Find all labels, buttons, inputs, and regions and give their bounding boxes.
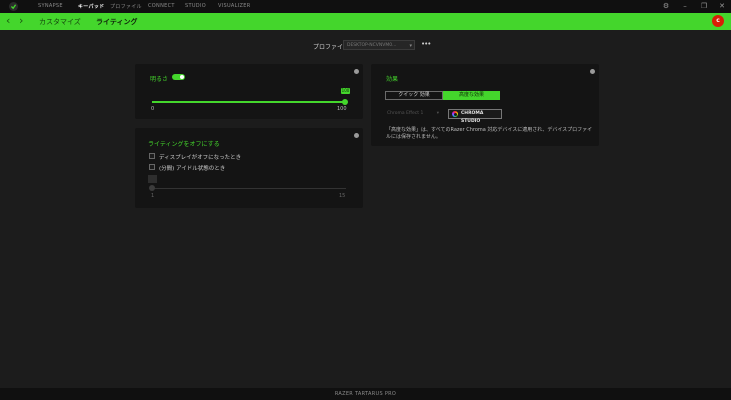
brightness-max-label: 100 bbox=[337, 106, 347, 112]
close-icon[interactable]: ✕ bbox=[718, 2, 726, 10]
chroma-studio-label: CHROMA STUDIO bbox=[461, 111, 484, 124]
nav-tab-connect[interactable]: CONNECT bbox=[148, 3, 175, 9]
maximize-icon[interactable]: ❐ bbox=[700, 2, 708, 10]
settings-gear-icon[interactable]: ⚙ bbox=[662, 2, 670, 10]
idle-max-label: 15 bbox=[339, 193, 346, 199]
idle-min-label: 1 bbox=[151, 193, 155, 199]
chevron-down-icon: ▾ bbox=[436, 111, 439, 116]
profile-dropdown[interactable]: DESKTOP-NCVNVM0... ▾ bbox=[343, 40, 415, 50]
nav-tab-profiles[interactable]: プロファイル bbox=[110, 3, 142, 10]
back-arrow-icon[interactable]: ‹ bbox=[6, 14, 10, 28]
device-name: RAZER TARTARUS PRO bbox=[334, 391, 397, 397]
brightness-min-label: 0 bbox=[151, 106, 155, 112]
brightness-toggle[interactable] bbox=[172, 74, 185, 80]
idle-label: (分間) アイドル状態のとき bbox=[159, 166, 226, 172]
nav-tab-visualizer[interactable]: VISUALIZER bbox=[218, 3, 250, 9]
tab-lighting[interactable]: ライティング bbox=[96, 17, 137, 27]
chroma-studio-button[interactable]: CHROMA STUDIO bbox=[448, 109, 502, 124]
nav-tab-studio[interactable]: STUDIO bbox=[185, 3, 206, 9]
chroma-effect-dropdown[interactable]: Chroma Effect 1 ▾ bbox=[387, 109, 442, 118]
forward-arrow-icon[interactable]: › bbox=[19, 14, 23, 28]
advanced-effects-tab[interactable]: 高度な効果 bbox=[443, 91, 500, 100]
avatar[interactable]: c bbox=[712, 15, 724, 27]
brightness-label: 明るさ bbox=[150, 76, 169, 83]
brightness-card bbox=[135, 64, 363, 119]
profile-selected-value: DESKTOP-NCVNVM0... bbox=[347, 43, 397, 48]
quick-effects-tab[interactable]: クイック 効果 bbox=[385, 91, 443, 100]
more-options-icon[interactable]: ••• bbox=[421, 40, 431, 48]
idle-slider-thumb[interactable] bbox=[149, 185, 155, 191]
display-off-label: ディスプレイがオフになったとき bbox=[159, 155, 242, 161]
brightness-slider-thumb[interactable] bbox=[342, 99, 348, 105]
brightness-slider-fill bbox=[152, 101, 345, 103]
brightness-value-bubble: 100 bbox=[341, 88, 350, 94]
effects-title: 効果 bbox=[386, 76, 399, 83]
chroma-effect-value: Chroma Effect 1 bbox=[387, 111, 424, 116]
razer-logo-icon[interactable] bbox=[9, 2, 18, 11]
nav-tab-keypad[interactable]: キーパッド bbox=[78, 3, 104, 10]
advanced-effects-description: 「高度な効果」は、すべてのRazer Chroma 対応デバイスに適用され、デバ… bbox=[386, 127, 593, 140]
minimize-icon[interactable]: – bbox=[681, 2, 689, 10]
info-icon[interactable] bbox=[354, 133, 359, 138]
nav-tab-synapse[interactable]: SYNAPSE bbox=[38, 3, 63, 9]
info-icon[interactable] bbox=[590, 69, 595, 74]
idle-slider-track[interactable] bbox=[152, 188, 346, 189]
chroma-ring-icon bbox=[452, 111, 458, 117]
idle-value-box bbox=[148, 175, 157, 183]
idle-checkbox[interactable] bbox=[149, 164, 155, 170]
info-icon[interactable] bbox=[354, 69, 359, 74]
chevron-down-icon: ▾ bbox=[409, 43, 412, 49]
tab-customize[interactable]: カスタマイズ bbox=[39, 17, 81, 27]
lighting-off-title: ライティングをオフにする bbox=[148, 141, 220, 148]
display-off-checkbox[interactable] bbox=[149, 153, 155, 159]
